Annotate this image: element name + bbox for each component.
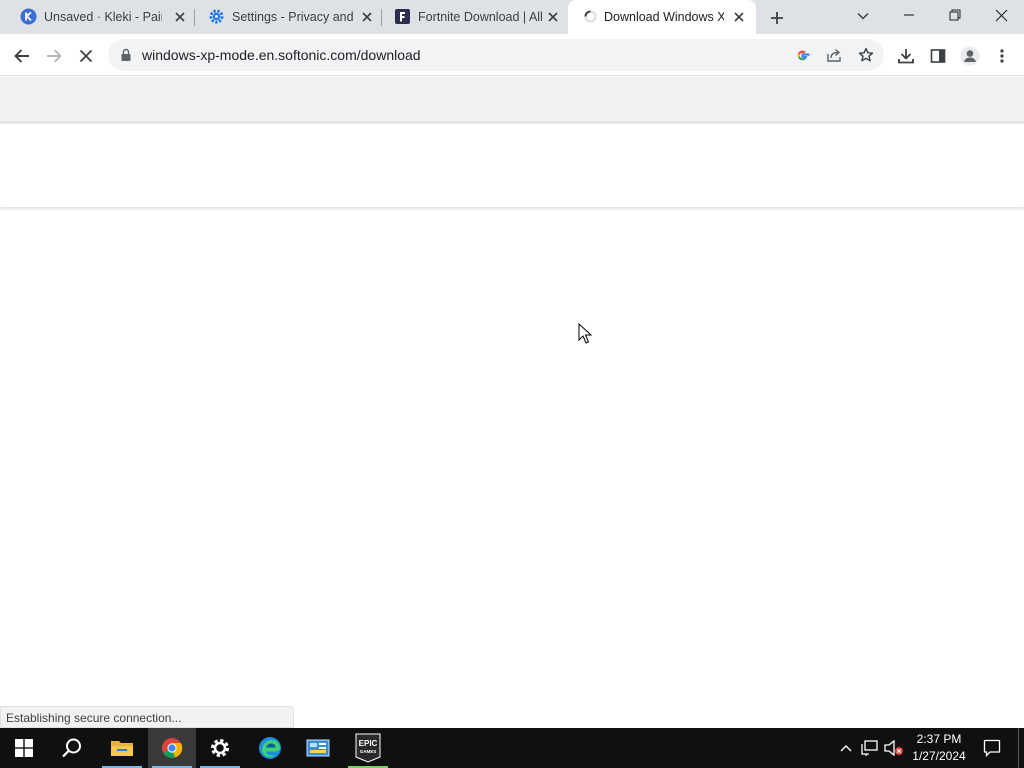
show-desktop-button[interactable] bbox=[1018, 728, 1019, 768]
tab-settings[interactable]: Settings - Privacy and s bbox=[188, 0, 380, 34]
epic-games-taskbar-button[interactable]: EPIC GAMES bbox=[344, 728, 392, 768]
status-bubble: Establishing secure connection... bbox=[0, 706, 294, 728]
tab-title: Fortnite Download | All bbox=[418, 10, 543, 24]
lock-icon[interactable] bbox=[120, 48, 132, 62]
clock-date: 1/27/2024 bbox=[912, 749, 966, 763]
network-icon bbox=[861, 740, 878, 756]
close-icon[interactable] bbox=[360, 10, 374, 24]
close-window-button[interactable] bbox=[978, 0, 1024, 30]
edge-icon bbox=[259, 737, 281, 759]
chrome-taskbar-button[interactable] bbox=[148, 728, 196, 768]
start-button[interactable] bbox=[0, 728, 48, 768]
control-panel-taskbar-button[interactable] bbox=[294, 728, 342, 768]
tab-search-button[interactable] bbox=[852, 5, 874, 27]
loading-spinner-icon bbox=[584, 10, 597, 23]
kleki-icon bbox=[20, 8, 37, 25]
action-center-button[interactable] bbox=[982, 738, 1002, 758]
share-icon bbox=[827, 48, 841, 62]
forward-button[interactable] bbox=[40, 42, 68, 70]
bookmark-button[interactable] bbox=[856, 45, 876, 65]
tab-kleki[interactable]: Unsaved · Kleki - Paint bbox=[0, 0, 192, 34]
tab-fortnite[interactable]: Fortnite Download | All bbox=[374, 0, 566, 34]
stop-loading-button[interactable] bbox=[72, 42, 100, 70]
search-button[interactable] bbox=[48, 728, 96, 768]
chrome-icon bbox=[162, 738, 183, 758]
close-icon bbox=[79, 49, 93, 63]
windows-logo-icon bbox=[15, 739, 33, 757]
chevron-up-icon bbox=[840, 745, 852, 752]
chevron-down-icon bbox=[857, 12, 869, 20]
show-hidden-icons-button[interactable] bbox=[836, 738, 856, 758]
clock-time: 2:37 PM bbox=[916, 732, 962, 746]
share-button[interactable] bbox=[824, 45, 844, 65]
side-panel-icon bbox=[930, 49, 946, 63]
tab-download-windows-xp[interactable]: Download Windows XP bbox=[568, 0, 756, 34]
side-panel-button[interactable] bbox=[924, 42, 952, 70]
close-icon bbox=[995, 9, 1007, 21]
edge-taskbar-button[interactable] bbox=[246, 728, 294, 768]
close-icon[interactable] bbox=[546, 10, 560, 24]
avatar-icon bbox=[960, 46, 980, 66]
back-button[interactable] bbox=[8, 42, 36, 70]
tab-title: Download Windows XP bbox=[604, 10, 724, 24]
network-button[interactable] bbox=[860, 738, 880, 758]
page-placeholder-header bbox=[0, 125, 1024, 207]
browser-toolbar: windows-xp-mode.en.softonic.com/download bbox=[0, 34, 1024, 76]
tab-title: Settings - Privacy and s bbox=[232, 10, 354, 24]
system-clock[interactable]: 2:37 PM 1/27/2024 bbox=[906, 731, 972, 765]
gear-icon bbox=[211, 739, 229, 757]
arrow-left-icon bbox=[14, 49, 29, 63]
page-placeholder-bar bbox=[0, 77, 1024, 124]
gear-icon bbox=[209, 9, 224, 24]
address-bar[interactable]: windows-xp-mode.en.softonic.com/download bbox=[108, 39, 884, 71]
minimize-button[interactable] bbox=[886, 0, 932, 30]
search-icon bbox=[62, 738, 81, 758]
more-vertical-icon bbox=[1000, 49, 1004, 63]
volume-muted-icon bbox=[884, 740, 903, 756]
close-icon[interactable] bbox=[732, 10, 746, 24]
settings-taskbar-button[interactable] bbox=[196, 728, 244, 768]
mouse-cursor-icon bbox=[578, 323, 592, 344]
url-text[interactable]: windows-xp-mode.en.softonic.com/download bbox=[142, 47, 421, 63]
notification-icon bbox=[983, 739, 1001, 757]
plus-icon bbox=[771, 12, 783, 24]
epic-games-icon: EPIC GAMES bbox=[355, 733, 381, 763]
google-icon bbox=[797, 50, 810, 60]
arrow-right-icon bbox=[47, 49, 62, 63]
windows-taskbar: EPIC GAMES 2:37 PM 1/27/2024 bbox=[0, 728, 1024, 768]
menu-button[interactable] bbox=[988, 42, 1016, 70]
restore-button[interactable] bbox=[932, 0, 978, 30]
fortnite-icon bbox=[395, 9, 410, 24]
minimize-icon bbox=[904, 14, 914, 16]
downloads-button[interactable] bbox=[892, 42, 920, 70]
new-tab-button[interactable] bbox=[764, 5, 790, 31]
file-explorer-button[interactable] bbox=[98, 728, 146, 768]
star-icon bbox=[858, 47, 874, 62]
tab-title: Unsaved · Kleki - Paint bbox=[44, 10, 162, 24]
profile-button[interactable] bbox=[956, 42, 984, 70]
epic-logo-subtext: GAMES bbox=[360, 749, 377, 754]
control-panel-icon bbox=[306, 739, 330, 757]
epic-logo-text: EPIC bbox=[359, 739, 378, 748]
download-icon bbox=[898, 49, 914, 64]
restore-icon bbox=[949, 9, 961, 21]
folder-icon bbox=[111, 741, 133, 756]
google-lens-button[interactable] bbox=[792, 45, 812, 65]
tab-strip: Unsaved · Kleki - Paint Settings - Priva… bbox=[0, 0, 1024, 34]
close-icon[interactable] bbox=[173, 10, 187, 24]
volume-button[interactable] bbox=[884, 738, 904, 758]
